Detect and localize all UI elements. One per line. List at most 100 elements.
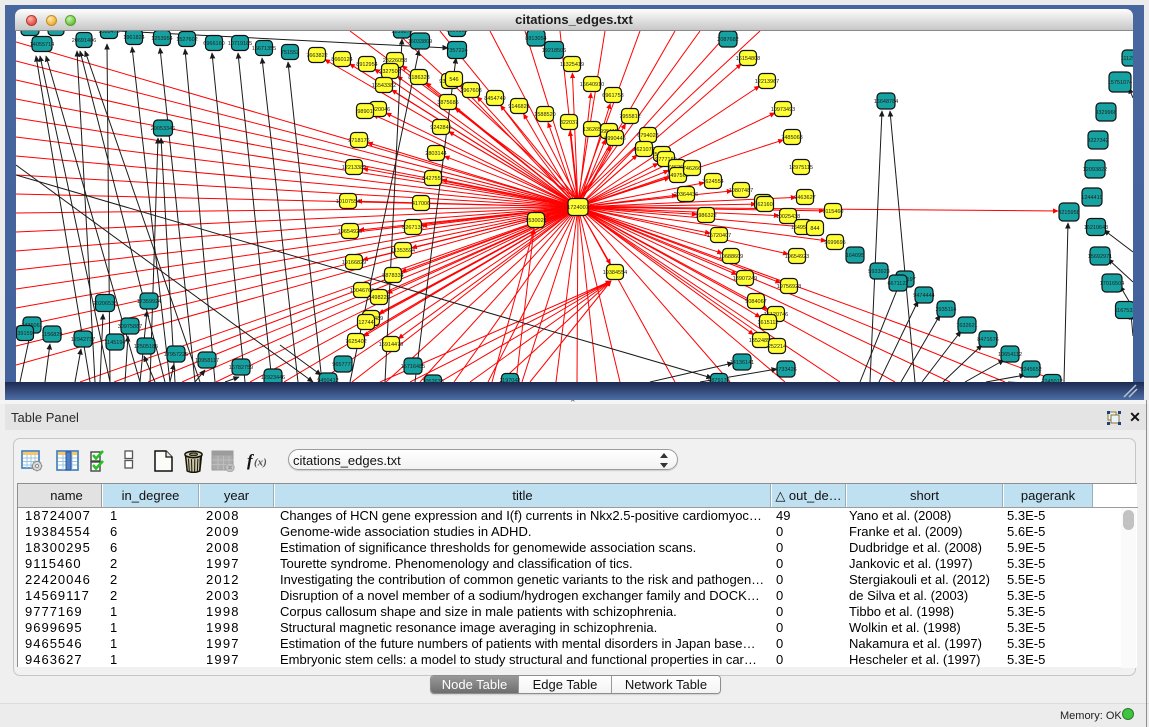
svg-text:1156829: 1156829 — [41, 332, 62, 338]
svg-text:10958117: 10958117 — [195, 358, 219, 364]
svg-text:20691406: 20691406 — [72, 38, 96, 44]
svg-text:9657771: 9657771 — [332, 362, 353, 368]
svg-text:3215958: 3215958 — [1058, 210, 1079, 216]
svg-text:3624554: 3624554 — [702, 179, 723, 185]
svg-text:20053346: 20053346 — [151, 126, 175, 132]
svg-text:9242845: 9242845 — [430, 125, 451, 131]
svg-text:12093822: 12093822 — [1083, 167, 1107, 173]
svg-text:30975887: 30975887 — [118, 324, 142, 330]
svg-text:98901: 98901 — [357, 109, 372, 115]
svg-text:9450412: 9450412 — [317, 378, 338, 382]
svg-text:17359924: 17359924 — [137, 299, 161, 305]
svg-text:16782759: 16782759 — [229, 365, 253, 371]
svg-text:20364436: 20364436 — [674, 192, 698, 198]
svg-text:7485063: 7485063 — [781, 135, 802, 141]
svg-text:9115460: 9115460 — [822, 209, 843, 215]
svg-text:19218506: 19218506 — [542, 48, 566, 54]
svg-text:8660124: 8660124 — [331, 57, 352, 63]
svg-text:16033809: 16033809 — [408, 39, 432, 45]
svg-text:8471676: 8471676 — [977, 337, 998, 343]
svg-text:1527602: 1527602 — [176, 37, 197, 43]
svg-text:18907249: 18907249 — [733, 276, 757, 282]
svg-text:16914479: 16914479 — [379, 342, 403, 348]
svg-text:12942737: 12942737 — [71, 337, 95, 343]
svg-text:7632621: 7632621 — [956, 323, 977, 329]
svg-text:12744: 12744 — [358, 320, 373, 326]
svg-text:1167533: 1167533 — [1114, 308, 1133, 314]
svg-text:1588520: 1588520 — [534, 112, 555, 118]
svg-text:1088475: 1088475 — [98, 31, 119, 35]
svg-text:16210643: 16210643 — [1084, 225, 1108, 231]
svg-text:15720407: 15720407 — [707, 233, 731, 239]
svg-text:2087682: 2087682 — [717, 37, 738, 43]
svg-text:746266: 746266 — [683, 166, 701, 172]
svg-text:14136141: 14136141 — [730, 360, 754, 366]
svg-text:16543382: 16543382 — [372, 83, 396, 89]
svg-text:822037: 822037 — [560, 120, 578, 126]
svg-text:1961824: 1961824 — [123, 35, 144, 41]
svg-text:1733426: 1733426 — [775, 367, 796, 373]
svg-text:15751074: 15751074 — [1108, 80, 1132, 86]
svg-text:17016504: 17016504 — [1100, 281, 1124, 287]
svg-text:8990443: 8990443 — [604, 136, 625, 142]
svg-text:3875685: 3875685 — [437, 100, 458, 106]
svg-text:252214: 252214 — [768, 344, 786, 350]
svg-text:8813054: 8813054 — [525, 36, 546, 42]
svg-text:6966160: 6966160 — [203, 41, 224, 47]
svg-text:9463627: 9463627 — [794, 195, 815, 201]
svg-text:9156351: 9156351 — [446, 31, 467, 34]
svg-text:19756928: 19756928 — [777, 284, 801, 290]
svg-text:8267130: 8267130 — [402, 225, 423, 231]
svg-text:1621072: 1621072 — [633, 147, 654, 153]
svg-text:8454749: 8454749 — [484, 96, 505, 102]
svg-text:7357224: 7357224 — [446, 48, 467, 54]
svg-text:12923446: 12923446 — [261, 375, 285, 381]
svg-text:6794028: 6794028 — [637, 133, 658, 139]
svg-text:19166829: 19166829 — [342, 260, 366, 266]
svg-text:8427552: 8427552 — [422, 176, 443, 182]
svg-text:8912954: 8912954 — [356, 62, 377, 68]
svg-text:6879173: 6879173 — [708, 378, 729, 382]
svg-text:9245652: 9245652 — [1020, 367, 1041, 373]
svg-text:1239874: 1239874 — [391, 31, 412, 35]
svg-text:1244419: 1244419 — [1081, 195, 1102, 201]
svg-text:1197043: 1197043 — [499, 378, 520, 382]
svg-text:1245012: 1245012 — [1041, 379, 1062, 382]
svg-text:9146821: 9146821 — [508, 104, 529, 110]
svg-text:7663822: 7663822 — [306, 53, 327, 59]
svg-text:9227342: 9227342 — [1087, 138, 1108, 144]
svg-text:16648784: 16648784 — [874, 99, 898, 105]
svg-text:10807487: 10807487 — [729, 188, 753, 194]
svg-text:6961758: 6961758 — [602, 93, 623, 99]
svg-text:19384554: 19384554 — [603, 270, 627, 276]
svg-text:12505185: 12505185 — [134, 344, 158, 350]
svg-text:39159: 39159 — [17, 331, 32, 337]
svg-text:7986322: 7986322 — [695, 213, 716, 219]
svg-text:19654925: 19654925 — [338, 229, 362, 235]
svg-text:10719185: 10719185 — [228, 41, 252, 47]
svg-text:16671355: 16671355 — [252, 46, 276, 52]
svg-text:9327503: 9327503 — [379, 69, 400, 75]
svg-text:3498222: 3498222 — [368, 295, 389, 301]
svg-text:417006: 417006 — [412, 201, 430, 207]
svg-text:1530021: 1530021 — [525, 218, 546, 224]
svg-text:844: 844 — [810, 226, 819, 232]
svg-text:19654923: 19654923 — [785, 254, 809, 260]
svg-text:12213967: 12213967 — [755, 79, 779, 85]
svg-text:17957225: 17957225 — [164, 352, 188, 358]
svg-text:2803144: 2803144 — [425, 151, 446, 157]
svg-text:15692971: 15692971 — [1088, 254, 1112, 260]
svg-text:9084067: 9084067 — [745, 299, 766, 305]
svg-text:11353594: 11353594 — [391, 248, 415, 254]
svg-text:5933923: 5933923 — [868, 269, 889, 275]
svg-text:20206535: 20206535 — [93, 301, 117, 307]
svg-text:62160: 62160 — [757, 202, 772, 208]
svg-text:9474444: 9474444 — [913, 293, 934, 299]
svg-text:136265: 136265 — [583, 127, 601, 133]
svg-text:1253954: 1253954 — [151, 36, 172, 42]
svg-text:11325419: 11325419 — [560, 62, 584, 68]
svg-text:1145194: 1145194 — [104, 340, 125, 346]
svg-text:16640910: 16640910 — [580, 82, 604, 88]
svg-text:10654112: 10654112 — [998, 352, 1022, 358]
svg-text:12975115: 12975115 — [789, 165, 813, 171]
